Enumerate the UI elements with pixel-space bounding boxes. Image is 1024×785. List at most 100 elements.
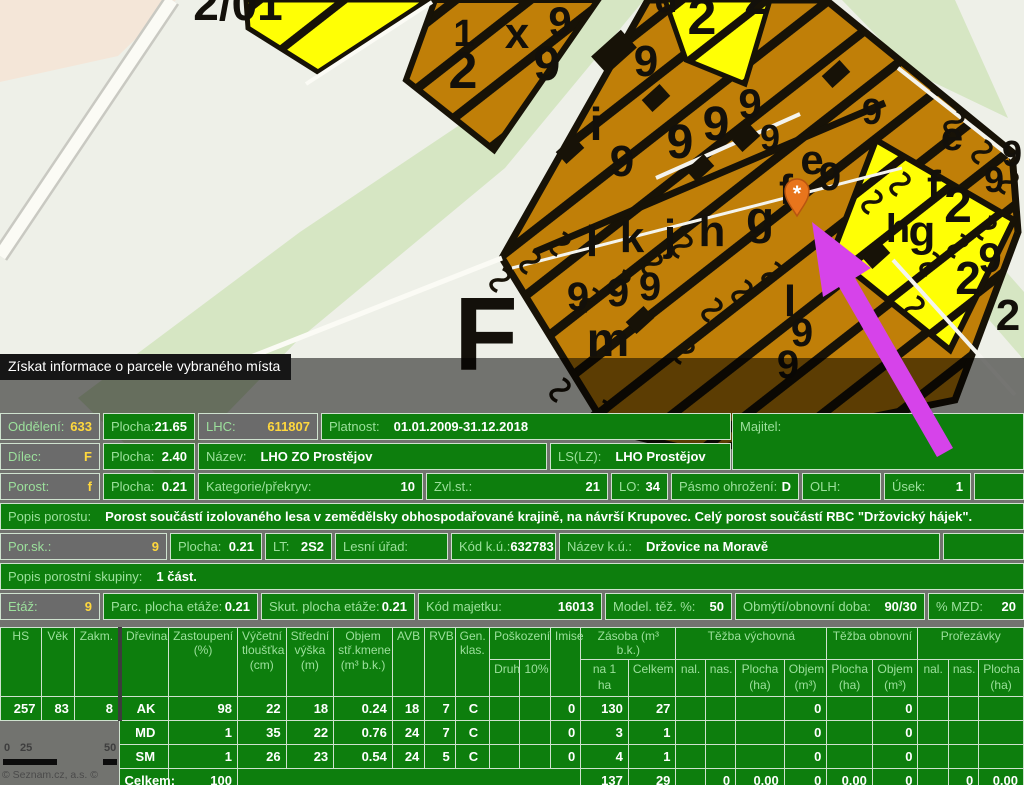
field-value: 01.01.2009-31.12.2018	[394, 419, 528, 434]
table-cell: 8	[74, 696, 120, 720]
table-cell	[676, 768, 705, 785]
info-row-popis-porostu: Popis porostu: Porost součástí izolované…	[0, 503, 1024, 530]
field-label: Popis porostní skupiny:	[8, 569, 142, 584]
field-label: Etáž:	[8, 599, 38, 614]
field-value: 10	[401, 479, 415, 494]
table-cell: 22	[286, 720, 334, 744]
field-value: 611807	[267, 419, 310, 434]
field-label: LHC:	[206, 419, 236, 434]
col-zakm: Zakm.	[74, 628, 120, 697]
table-cell	[918, 720, 948, 744]
field-value: D	[782, 479, 791, 494]
svg-text:9: 9	[978, 234, 1001, 281]
colgroup-tezba-obnovni: Těžba obnovní	[827, 628, 918, 660]
table-cell	[948, 720, 978, 744]
svg-text:g: g	[909, 207, 936, 256]
col-gen-klas: Gen. klas.	[455, 628, 489, 697]
table-cell: 23	[286, 744, 334, 768]
table-cell: Celkem:	[120, 768, 169, 785]
table-cell: 0	[550, 720, 580, 744]
table-cell: 18	[286, 696, 334, 720]
field-value: 9	[152, 539, 159, 554]
table-cell: C	[455, 720, 489, 744]
field-popis-porostu: Popis porostu: Porost součástí izolované…	[0, 503, 1024, 530]
table-cell: 98	[169, 696, 238, 720]
table-cell	[1, 720, 42, 744]
svg-text:9: 9	[634, 37, 658, 86]
col-10pct: 10%	[520, 659, 550, 696]
table-cell	[74, 768, 120, 785]
table-cell	[705, 720, 735, 744]
table-cell: C	[455, 696, 489, 720]
colgroup-poskozeni: Poškození	[490, 628, 551, 660]
table-cell: 0.54	[334, 744, 393, 768]
table-cell: 0	[784, 744, 827, 768]
table-cell	[41, 768, 74, 785]
app-window: 2/01 1 2 x 9 9 9 2 d 2 i 9 9 9 9 e f g h…	[0, 0, 1024, 785]
field-label: % MZD:	[936, 599, 983, 614]
field-spacer	[974, 473, 1024, 500]
svg-text:9: 9	[1002, 133, 1022, 174]
table-cell: 0.76	[334, 720, 393, 744]
field-lt: LT: 2S2	[265, 533, 332, 560]
map-tooltip: Získat informace o parcele vybraného mís…	[0, 354, 291, 380]
field-kod-ku: Kód k.ú.: 632783	[451, 533, 556, 560]
field-obmyti: Obmýtí/obnovní doba: 90/30	[735, 593, 925, 620]
col-plocha-ha: Plocha (ha)	[827, 659, 873, 696]
table-cell	[490, 744, 520, 768]
field-label: Zvl.st.:	[434, 479, 472, 494]
info-row-porost: Porost: f Plocha: 0.21 Kategorie/překryv…	[0, 473, 1024, 500]
field-label: Plocha:	[111, 419, 154, 434]
info-row-oddeleni: Oddělení: 633 Plocha: 21.65 LHC: 611807 …	[0, 413, 731, 440]
table-cell	[676, 744, 705, 768]
field-value: 0.21	[162, 479, 187, 494]
table-cell: 83	[41, 696, 74, 720]
field-label: LS(LZ):	[558, 449, 601, 464]
field-platnost: Platnost: 01.01.2009-31.12.2018	[321, 413, 731, 440]
info-row-dilec: Dílec: F Plocha: 2.40 Název: LHO ZO Pros…	[0, 443, 731, 470]
field-label: Kód majetku:	[426, 599, 502, 614]
table-cell: 0	[784, 696, 827, 720]
svg-text:9: 9	[862, 91, 882, 132]
col-stredni-vyska: Střední výška (m)	[286, 628, 334, 697]
svg-text:d: d	[654, 0, 677, 21]
svg-text:e: e	[941, 115, 963, 159]
svg-text:l: l	[586, 217, 598, 266]
table-cell: 0	[872, 696, 918, 720]
colgroup-zasoba: Zásoba (m³ b.k.)	[581, 628, 676, 660]
svg-text:k: k	[620, 213, 645, 262]
table-cell: 1	[169, 720, 238, 744]
field-label: Lesní úřad:	[343, 539, 408, 554]
table-cell	[827, 720, 873, 744]
svg-text:9: 9	[667, 116, 694, 169]
field-label: Por.sk.:	[8, 539, 51, 554]
field-value: f	[88, 479, 92, 494]
table-cell	[948, 696, 978, 720]
field-label: LT:	[273, 539, 289, 554]
col-objem-m3: Objem (m³)	[872, 659, 918, 696]
field-label: OLH:	[810, 479, 840, 494]
col-objem-kmene: Objem stř.kmene (m³ b.k.)	[334, 628, 393, 697]
field-value: 90/30	[884, 599, 917, 614]
field-value: 633	[70, 419, 92, 434]
field-oddeleni: Oddělení: 633	[0, 413, 100, 440]
table-cell: 24	[392, 744, 424, 768]
field-por-sk: Por.sk.: 9	[0, 533, 167, 560]
table-cell	[74, 744, 120, 768]
field-label: Popis porostu:	[8, 509, 91, 524]
info-row-etaz: Etáž: 9 Parc. plocha etáže: 0.21 Skut. p…	[0, 593, 1024, 620]
svg-text:9: 9	[760, 117, 780, 158]
field-value: 632783	[510, 539, 553, 554]
svg-text:j: j	[663, 211, 676, 260]
col-hs: HS	[1, 628, 42, 697]
info-row-porsk: Por.sk.: 9 Plocha: 0.21 LT: 2S2 Lesní úř…	[0, 533, 1024, 560]
table-cell	[1, 768, 42, 785]
table-cell: 130	[581, 696, 629, 720]
table-cell	[705, 696, 735, 720]
svg-text:2: 2	[744, 0, 770, 24]
svg-text:2: 2	[955, 252, 981, 304]
table-row: MD135220.76247C03100	[1, 720, 1024, 744]
table-cell: 4	[581, 744, 629, 768]
colgroup-tezba-vychovna: Těžba výchovná	[676, 628, 827, 660]
table-cell: 29	[628, 768, 676, 785]
